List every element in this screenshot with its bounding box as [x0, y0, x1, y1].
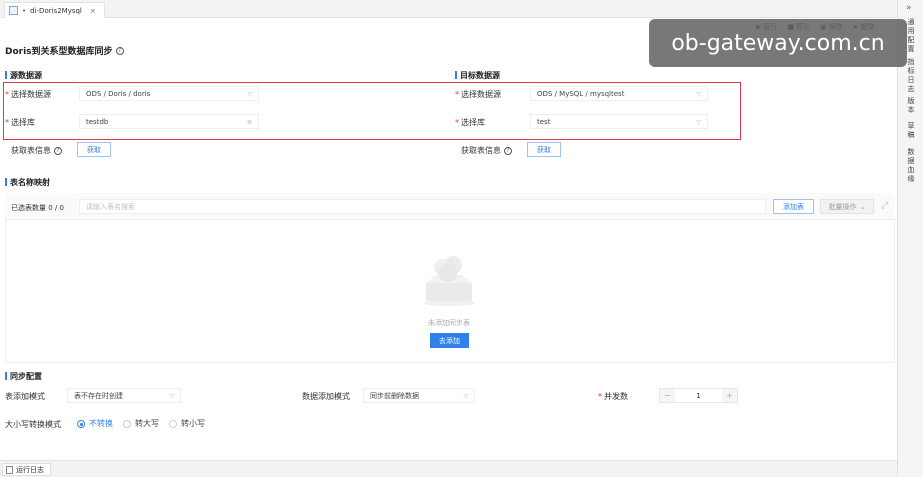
case-mode-label: 大小写转换模式: [5, 420, 61, 429]
go-add-button[interactable]: 去添加: [430, 333, 469, 348]
page-title: Doris到关系型数据库同步 ?: [5, 44, 124, 57]
chevron-down-icon: ▽: [169, 393, 174, 400]
help-icon[interactable]: ?: [54, 146, 62, 155]
concurrency-value[interactable]: 1: [675, 389, 722, 402]
source-datasource-select[interactable]: ODS / Doris / doris ▽: [79, 86, 259, 101]
document-icon: [6, 465, 13, 474]
batch-ops-button[interactable]: 批量操作 ⌄: [820, 199, 874, 214]
target-section-title: 目标数据源: [455, 70, 500, 81]
radio-lowercase[interactable]: 转小写: [169, 418, 205, 429]
source-fetch-button[interactable]: 获取: [77, 142, 111, 157]
modified-indicator: •: [22, 6, 27, 15]
table-mode-label: 表添加模式: [5, 392, 45, 401]
chevron-down-icon: ⌄: [859, 202, 866, 211]
selected-count: 已选表数量 0 / 0: [11, 204, 64, 212]
add-table-button[interactable]: 添加表: [773, 199, 814, 214]
close-icon[interactable]: ×: [90, 7, 96, 15]
editor-tab-bar: • di-Doris2Mysql ×: [0, 0, 897, 18]
source-section-title: 源数据源: [5, 70, 42, 81]
target-datasource-label: * 选择数据源: [455, 90, 501, 99]
table-mode-select[interactable]: 表不存在时创建 ▽: [67, 388, 181, 403]
sidebar-item-version[interactable]: 版本: [898, 97, 923, 115]
source-db-label: * 选择库: [5, 118, 35, 127]
tab-title: di-Doris2Mysql: [30, 6, 82, 15]
concurrency-label: * 并发数: [598, 392, 628, 401]
chevron-down-icon: ▽: [463, 393, 468, 400]
chevron-down-icon: ▽: [696, 119, 701, 126]
run-log-tab[interactable]: 运行日志: [2, 463, 51, 476]
right-sidebar: » 通用配置 指标日志 版本 草稿 数据血缘: [897, 0, 923, 477]
table-search-input[interactable]: 请输入表名搜索: [79, 199, 766, 214]
sidebar-item-draft[interactable]: 草稿: [898, 122, 923, 140]
fullscreen-icon[interactable]: ⤢: [881, 201, 888, 211]
case-mode-radio-group: 不转换 转大写 转小写: [77, 418, 205, 429]
data-mode-select[interactable]: 同步前删除数据 ▽: [363, 388, 475, 403]
decrement-button[interactable]: −: [660, 389, 675, 402]
radio-no-convert[interactable]: 不转换: [77, 418, 113, 429]
help-icon[interactable]: ?: [115, 46, 124, 55]
sync-section-title: 同步配置: [5, 371, 42, 382]
mapping-section-title: 表名称映射: [5, 177, 50, 188]
target-datasource-select[interactable]: ODS / MySQL / mysqltest ▽: [530, 86, 708, 101]
source-fetch-label: 获取表信息 ?: [11, 145, 62, 156]
concurrency-stepper: − 1 +: [659, 388, 738, 403]
radio-uppercase[interactable]: 转大写: [123, 418, 159, 429]
empty-state-text: 未添加同步表: [428, 319, 470, 327]
data-mode-label: 数据添加模式: [302, 392, 350, 401]
bottom-panel-bar: 运行日志: [0, 460, 897, 477]
source-db-select[interactable]: testdb ⊗: [79, 114, 259, 129]
target-fetch-button[interactable]: 获取: [527, 142, 561, 157]
target-fetch-label: 获取表信息 ?: [461, 145, 512, 156]
target-db-select[interactable]: test ▽: [530, 114, 708, 129]
target-db-label: * 选择库: [455, 118, 485, 127]
empty-illustration-icon: [423, 256, 475, 306]
collapse-icon[interactable]: »: [906, 3, 912, 13]
chevron-down-icon: ▽: [696, 91, 701, 98]
file-icon: [9, 6, 18, 15]
help-icon[interactable]: ?: [504, 146, 512, 155]
watermark-overlay: ob-gateway.com.cn: [649, 19, 907, 67]
sidebar-item-data-lineage[interactable]: 数据血缘: [898, 148, 923, 184]
clear-icon: ⊗: [246, 119, 252, 126]
tab-di-doris2mysql[interactable]: • di-Doris2Mysql ×: [4, 2, 105, 18]
chevron-down-icon: ▽: [247, 91, 252, 98]
increment-button[interactable]: +: [722, 389, 737, 402]
source-datasource-label: * 选择数据源: [5, 90, 51, 99]
